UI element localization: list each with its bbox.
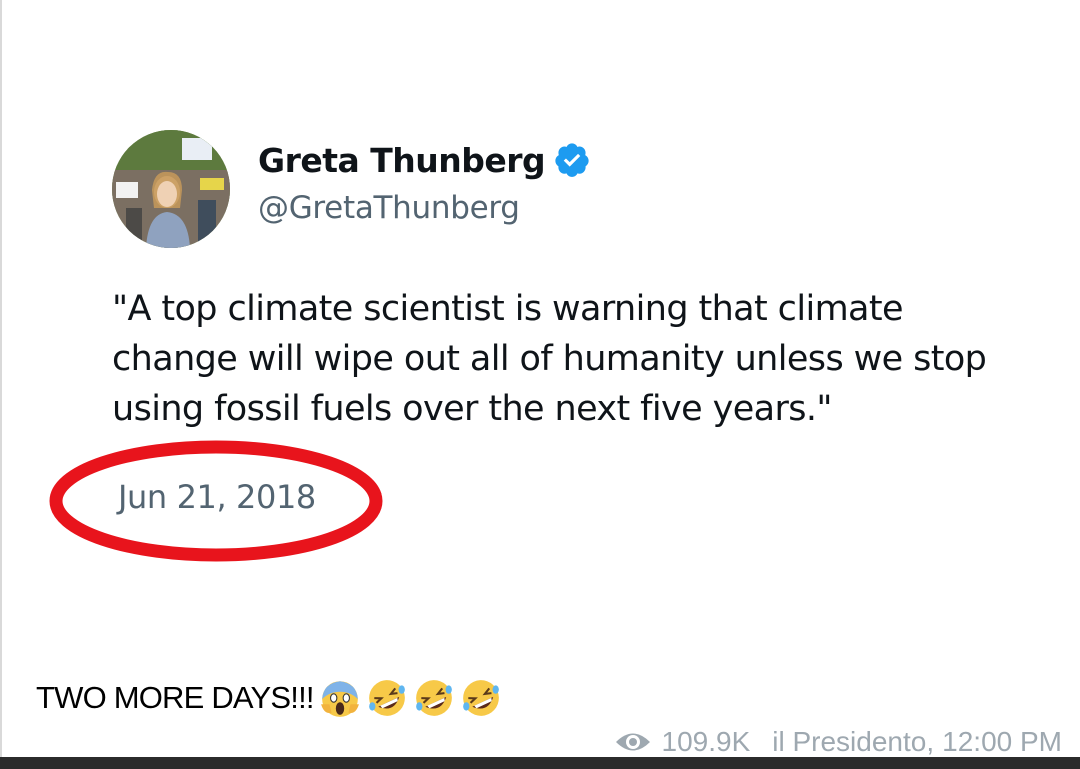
tweet-text: "A top climate scientist is warning that…	[112, 289, 987, 429]
eye-icon	[615, 733, 650, 751]
verified-badge-icon	[555, 143, 589, 177]
name-row: Greta Thunberg	[258, 138, 591, 182]
scream-emoji-icon	[320, 681, 359, 717]
tweet-date[interactable]: Jun 21, 2018	[118, 478, 316, 516]
post-author: il Presidento,	[772, 726, 935, 757]
rofl-emoji-icon	[462, 680, 499, 716]
display-name[interactable]: Greta Thunberg	[258, 141, 546, 180]
view-count: 109.9K	[661, 726, 751, 757]
rofl-emoji-icon	[368, 680, 405, 716]
bottom-bar	[0, 757, 1080, 769]
user-handle[interactable]: @GretaThunberg	[258, 190, 520, 226]
caption-text: TWO MORE DAYS!!!	[36, 680, 315, 715]
post-meta: 109.9K il Presidento, 12:00 PM	[614, 724, 1062, 760]
avatar[interactable]	[112, 130, 230, 248]
avatar-photo	[112, 130, 230, 248]
left-divider	[0, 0, 2, 757]
post-caption: TWO MORE DAYS!!!	[36, 676, 502, 720]
post-time: 12:00 PM	[942, 726, 1062, 757]
rofl-emoji-icon	[415, 680, 452, 716]
